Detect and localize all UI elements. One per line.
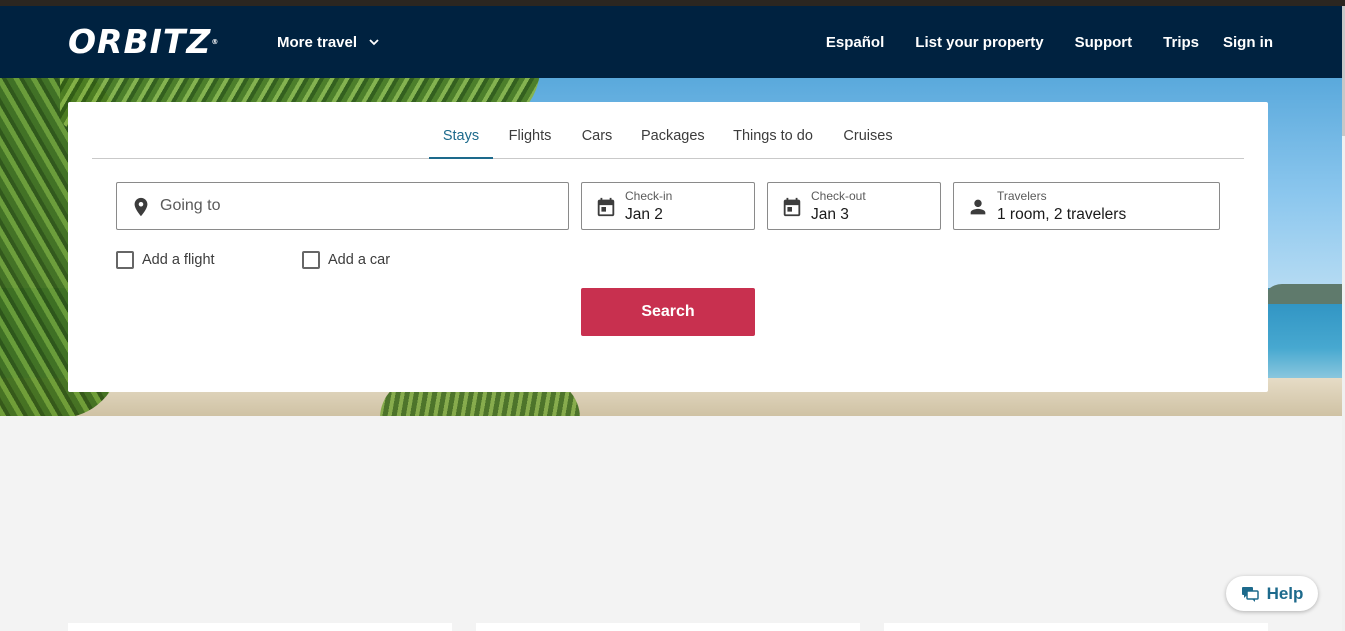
content-card-3[interactable] [884, 623, 1268, 631]
checkin-field[interactable]: Check-in Jan 2 [581, 182, 755, 230]
travelers-label: Travelers [997, 189, 1047, 203]
more-travel-menu[interactable]: More travel [277, 30, 381, 54]
checkin-label: Check-in [625, 189, 673, 203]
search-button[interactable]: Search [581, 288, 755, 336]
checkin-value: Jan 2 [625, 206, 663, 223]
travelers-value: 1 room, 2 travelers [997, 206, 1127, 223]
add-car-checkbox[interactable]: Add a car [302, 250, 390, 270]
add-car-checkbox-box[interactable] [302, 251, 320, 269]
search-tabs: Stays Flights Cars Packages Things to do… [92, 102, 1244, 159]
add-flight-label: Add a flight [142, 252, 215, 268]
tab-cars[interactable]: Cars [581, 128, 613, 159]
checkout-label: Check-out [811, 189, 866, 203]
location-pin-icon [134, 197, 148, 217]
header-nav: Español List your property Support Trips… [826, 30, 1273, 54]
calendar-icon [783, 197, 801, 217]
chevron-down-icon [369, 39, 379, 46]
orbitz-logo[interactable]: ORBITZ® [68, 24, 218, 60]
add-flight-checkbox[interactable]: Add a flight [116, 250, 215, 270]
going-to-field[interactable]: Going to [116, 182, 569, 230]
add-flight-checkbox-box[interactable] [116, 251, 134, 269]
tab-packages[interactable]: Packages [641, 128, 705, 159]
nav-link-list-property[interactable]: List your property [915, 34, 1043, 51]
nav-link-sign-in[interactable]: Sign in [1223, 34, 1273, 51]
going-to-placeholder: Going to [160, 197, 221, 214]
logo-text: ORBITZ [68, 22, 212, 61]
person-icon [970, 199, 986, 215]
checkout-field[interactable]: Check-out Jan 3 [767, 182, 941, 230]
nav-link-espanol[interactable]: Español [826, 34, 884, 51]
site-header: ORBITZ® More travel Español List your pr… [0, 6, 1342, 78]
logo-trademark: ® [211, 38, 219, 46]
help-button[interactable]: Help [1226, 576, 1318, 611]
nav-link-trips[interactable]: Trips [1163, 34, 1199, 51]
more-travel-label: More travel [277, 33, 358, 51]
tab-flights[interactable]: Flights [506, 128, 554, 159]
travelers-field[interactable]: Travelers 1 room, 2 travelers [953, 182, 1220, 230]
add-car-label: Add a car [328, 252, 391, 268]
tab-things-to-do[interactable]: Things to do [731, 128, 815, 159]
hero-hill [1262, 284, 1342, 304]
content-card-1[interactable] [68, 623, 452, 631]
tab-cruises[interactable]: Cruises [843, 128, 893, 159]
help-label: Help [1266, 583, 1304, 603]
search-form-card: Stays Flights Cars Packages Things to do… [68, 102, 1268, 392]
content-card-2[interactable] [476, 623, 860, 631]
calendar-icon [597, 197, 615, 217]
tab-stays[interactable]: Stays [429, 128, 493, 159]
nav-link-support[interactable]: Support [1075, 34, 1133, 51]
chat-bubble-icon [1241, 586, 1259, 602]
checkout-value: Jan 3 [811, 206, 849, 223]
